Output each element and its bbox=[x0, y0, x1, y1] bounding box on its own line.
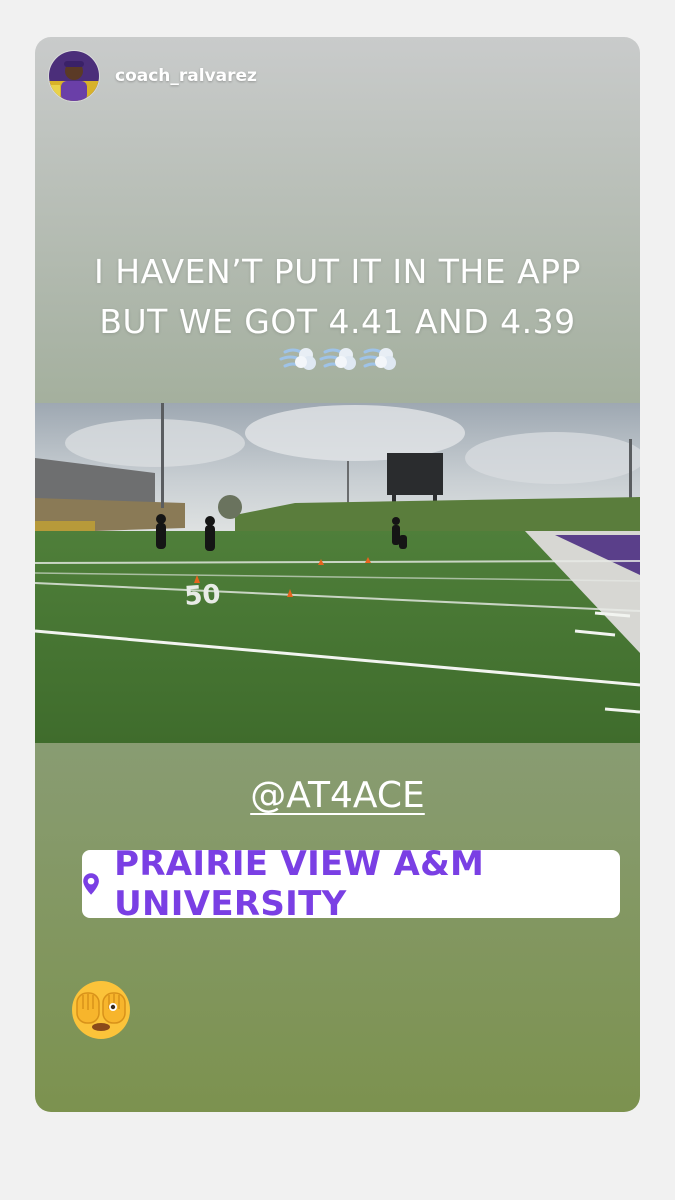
story-card: coach_ralvarez I HAVEN’T PUT IT IN THE A… bbox=[35, 37, 640, 1112]
story-caption: I HAVEN’T PUT IT IN THE APP BUT WE GOT 4… bbox=[35, 247, 640, 347]
story-header: coach_ralvarez bbox=[49, 51, 257, 101]
football-field-photo: 50 bbox=[35, 403, 640, 743]
dashing-away-emoji-row bbox=[35, 342, 640, 376]
caption-line-1: I HAVEN’T PUT IT IN THE APP bbox=[94, 252, 581, 291]
location-pin-icon bbox=[83, 873, 99, 895]
username[interactable]: coach_ralvarez bbox=[115, 66, 257, 86]
mention-sticker[interactable]: @AT4ACE bbox=[35, 775, 640, 816]
avatar[interactable] bbox=[49, 51, 99, 101]
location-sticker[interactable]: PRAIRIE VIEW A&M UNIVERSITY bbox=[82, 844, 620, 924]
dashing-away-icon bbox=[359, 348, 396, 370]
face-with-hands-over-eyes-emoji bbox=[69, 977, 133, 1045]
dashing-away-icon bbox=[319, 348, 356, 370]
location-label: PRAIRIE VIEW A&M UNIVERSITY bbox=[114, 844, 485, 924]
caption-line-2: BUT WE GOT 4.41 AND 4.39 bbox=[99, 302, 576, 341]
dashing-away-icon bbox=[279, 348, 316, 370]
svg-text:50: 50 bbox=[183, 580, 221, 612]
